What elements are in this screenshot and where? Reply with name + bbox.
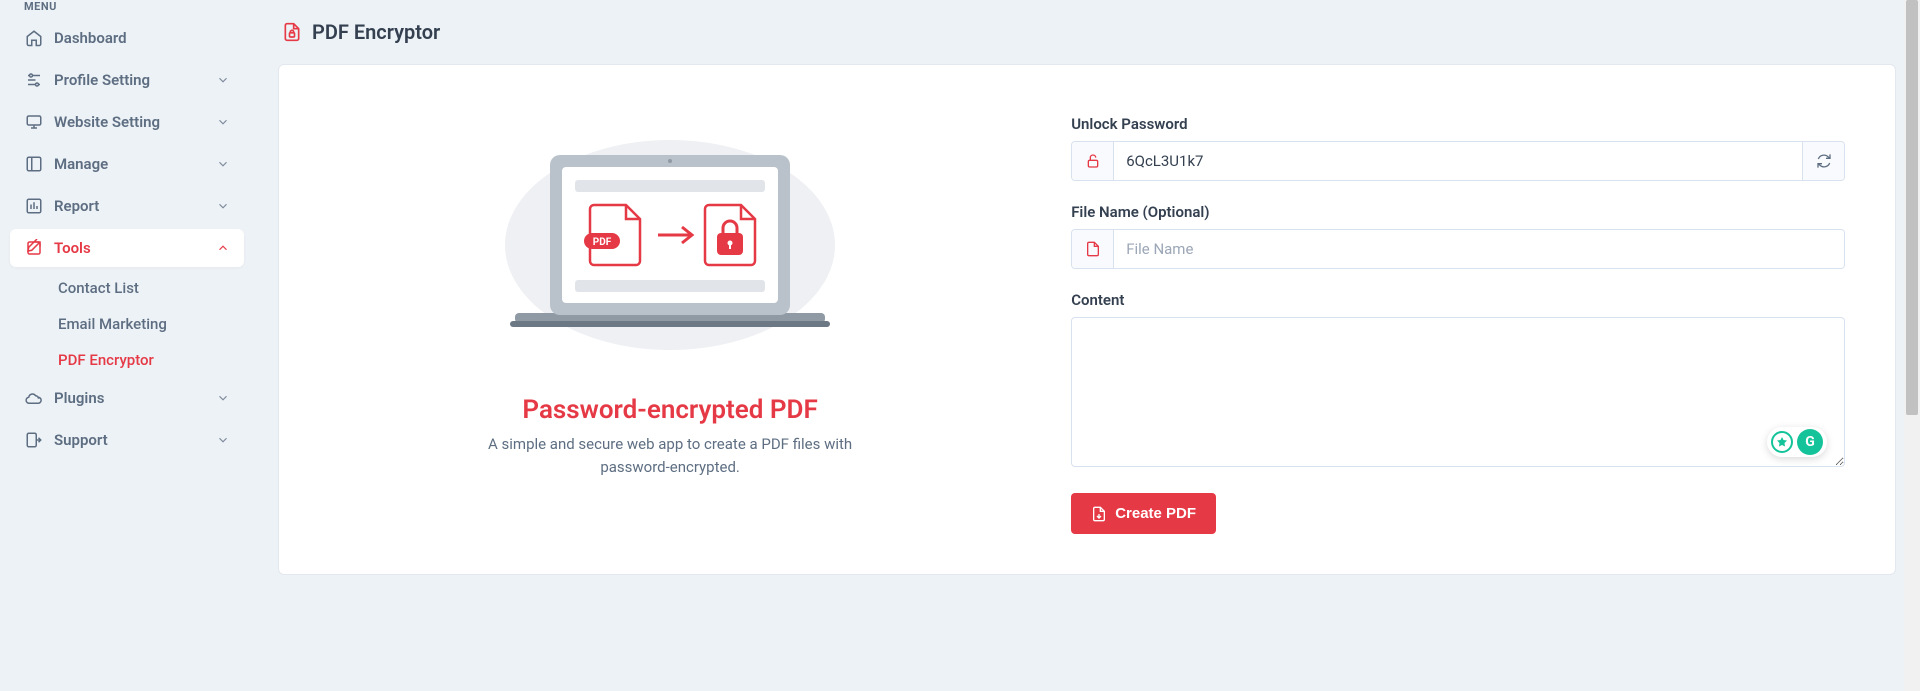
sidebar-item-plugins[interactable]: Plugins (10, 379, 244, 417)
lock-icon (1072, 142, 1114, 180)
chevron-down-icon (216, 199, 230, 213)
sidebar-item-dashboard[interactable]: Dashboard (10, 19, 244, 57)
sidebar-item-manage[interactable]: Manage (10, 145, 244, 183)
sidebar-item-label: Support (54, 431, 108, 449)
pencil-icon (24, 239, 44, 257)
sidebar-item-website-setting[interactable]: Website Setting (10, 103, 244, 141)
password-label: Unlock Password (1071, 115, 1845, 133)
tools-submenu: Contact List Email Marketing PDF Encrypt… (10, 271, 244, 377)
layout-icon (24, 155, 44, 173)
create-pdf-button-label: Create PDF (1115, 505, 1196, 522)
sidebar-item-label: Report (54, 197, 99, 215)
sidebar-item-support[interactable]: Support (10, 421, 244, 459)
main-content: PDF Encryptor (254, 0, 1920, 691)
cloud-icon (24, 389, 44, 407)
grammarly-logo-icon: G (1797, 429, 1823, 455)
chevron-down-icon (216, 433, 230, 447)
chevron-down-icon (216, 391, 230, 405)
menu-heading: MENU (10, 0, 244, 19)
password-group: Unlock Password (1071, 115, 1845, 181)
sidebar-item-label: Manage (54, 155, 108, 173)
file-lock-icon (282, 22, 302, 42)
exit-icon (24, 431, 44, 449)
illustration-subtext: A simple and secure web app to create a … (460, 433, 880, 478)
grammarly-status-icon (1771, 431, 1793, 453)
sidebar-subitem-email-marketing[interactable]: Email Marketing (44, 307, 244, 341)
password-input-group (1071, 141, 1845, 181)
sidebar-item-label: Profile Setting (54, 71, 150, 89)
filename-label: File Name (Optional) (1071, 203, 1845, 221)
vertical-scrollbar[interactable] (1904, 0, 1920, 691)
laptop-pdf-lock-illustration-icon: PDF (480, 125, 860, 359)
sidebar-item-profile-setting[interactable]: Profile Setting (10, 61, 244, 99)
chevron-up-icon (216, 241, 230, 255)
file-icon (1072, 230, 1114, 268)
sidebar-item-label: Tools (54, 239, 91, 257)
content-textarea-wrap: G (1071, 317, 1845, 471)
sidebar-item-label: Plugins (54, 389, 104, 407)
chevron-down-icon (216, 115, 230, 129)
scrollbar-thumb[interactable] (1906, 0, 1918, 415)
monitor-icon (24, 113, 44, 131)
regenerate-button[interactable] (1802, 142, 1844, 180)
content-textarea[interactable] (1071, 317, 1845, 467)
page-header: PDF Encryptor (278, 0, 1896, 64)
create-pdf-button[interactable]: Create PDF (1071, 493, 1216, 534)
form-column: Unlock Password File Name (Optional) (1071, 115, 1845, 534)
filename-input[interactable] (1114, 230, 1844, 268)
home-icon (24, 29, 44, 47)
sidebar-subitem-contact-list[interactable]: Contact List (44, 271, 244, 305)
sidebar-item-report[interactable]: Report (10, 187, 244, 225)
sliders-icon (24, 71, 44, 89)
content-group: Content G (1071, 291, 1845, 471)
illustration-column: PDF (329, 115, 1011, 534)
barchart-icon (24, 197, 44, 215)
page-title: PDF Encryptor (312, 20, 440, 44)
svg-text:PDF: PDF (593, 237, 612, 248)
illustration-heading: Password-encrypted PDF (522, 395, 817, 425)
grammarly-badge[interactable]: G (1767, 427, 1827, 457)
chevron-down-icon (216, 73, 230, 87)
password-input[interactable] (1114, 142, 1802, 180)
filename-group: File Name (Optional) (1071, 203, 1845, 269)
content-label: Content (1071, 291, 1845, 309)
sidebar: MENU Dashboard Profile Setting Website S… (0, 0, 254, 691)
sidebar-item-label: Website Setting (54, 113, 160, 131)
main-card: PDF (278, 64, 1896, 575)
sidebar-subitem-pdf-encryptor[interactable]: PDF Encryptor (44, 343, 244, 377)
file-export-icon (1091, 506, 1107, 522)
filename-input-group (1071, 229, 1845, 269)
sidebar-item-label: Dashboard (54, 29, 127, 47)
chevron-down-icon (216, 157, 230, 171)
sidebar-item-tools[interactable]: Tools (10, 229, 244, 267)
